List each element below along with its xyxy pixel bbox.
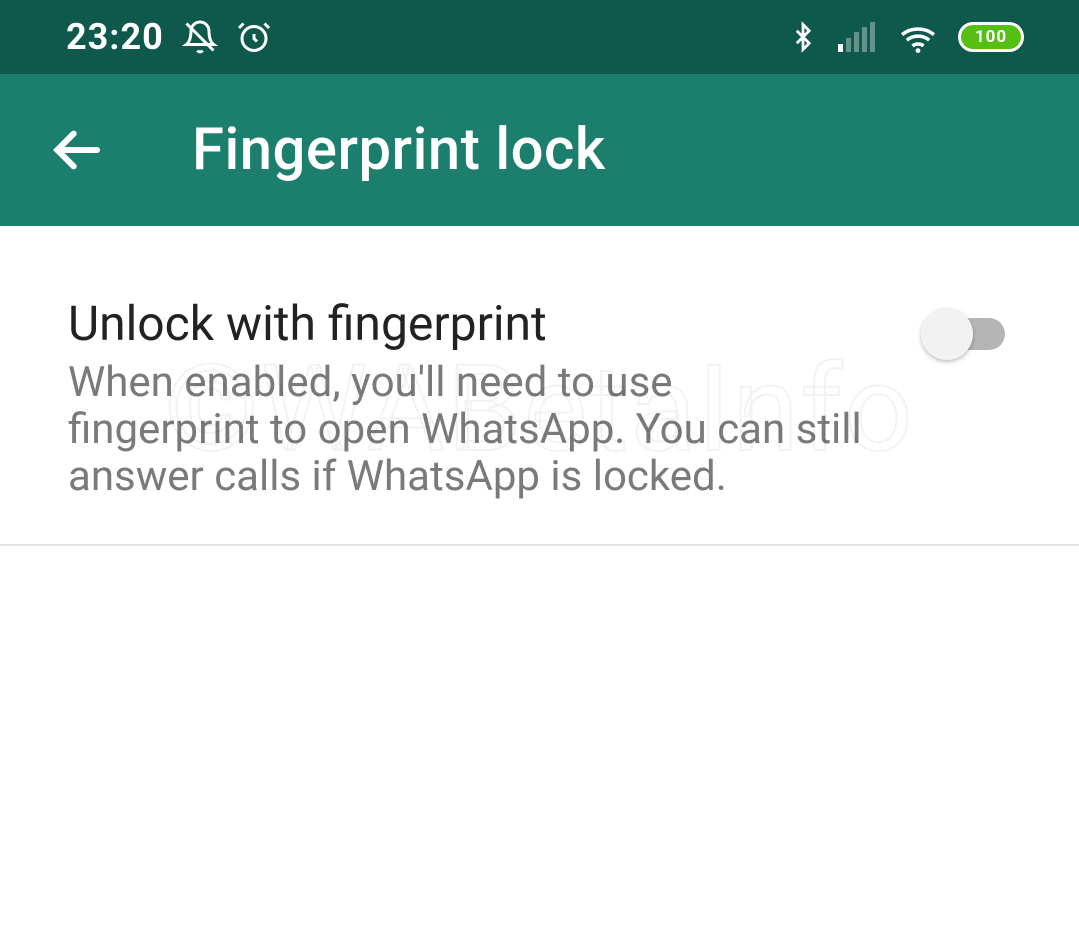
battery-indicator: 100 — [958, 22, 1024, 52]
battery-level: 100 — [958, 22, 1024, 52]
setting-unlock-fingerprint[interactable]: Unlock with fingerprint When enabled, yo… — [0, 296, 1079, 546]
fingerprint-toggle[interactable] — [921, 306, 1011, 362]
back-button[interactable] — [40, 114, 112, 186]
setting-text: Unlock with fingerprint When enabled, yo… — [68, 296, 868, 500]
switch-thumb — [921, 308, 973, 360]
content-area: Unlock with fingerprint When enabled, yo… — [0, 226, 1079, 546]
setting-title: Unlock with fingerprint — [68, 296, 868, 351]
notifications-muted-icon — [182, 19, 218, 55]
bluetooth-icon — [788, 20, 818, 54]
arrow-left-icon — [48, 122, 104, 178]
page-title: Fingerprint lock — [192, 116, 606, 184]
status-bar: 23:20 — [0, 0, 1079, 74]
status-right: 100 — [788, 20, 1024, 54]
status-left: 23:20 — [66, 16, 272, 58]
alarm-clock-icon — [236, 19, 272, 55]
setting-description: When enabled, you'll need to use fingerp… — [68, 359, 868, 500]
app-bar: Fingerprint lock — [0, 74, 1079, 226]
cellular-signal-icon — [838, 22, 878, 52]
status-clock: 23:20 — [66, 16, 164, 58]
wifi-icon — [898, 21, 938, 53]
